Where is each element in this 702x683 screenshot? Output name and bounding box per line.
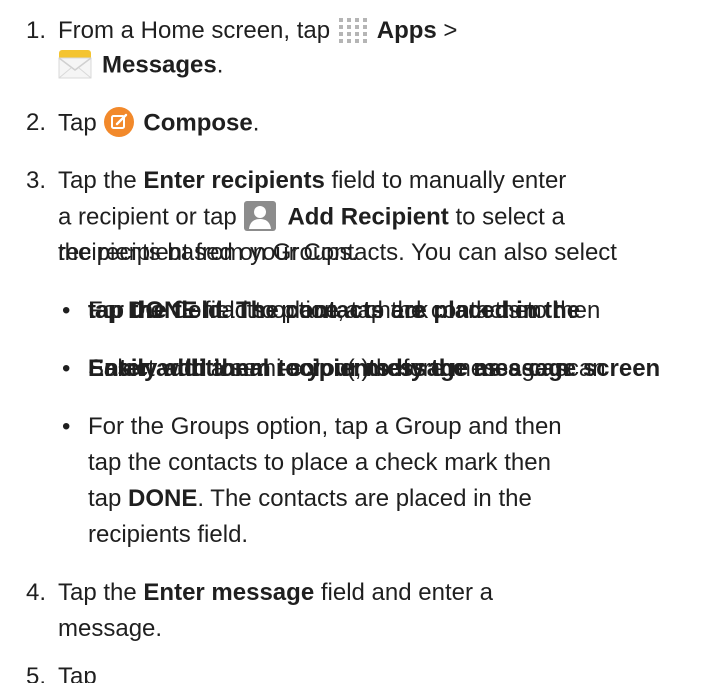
enter-recipients-label: Enter recipients [143,167,325,194]
contact-person-icon [243,200,277,232]
step-text-line: Tap the Enter message field and enter a [58,579,493,606]
step-number: 4. [26,579,47,606]
apps-label: Apps [376,17,437,44]
step-number: 1. [26,17,47,44]
add-recipient-label: Add Recipient [287,203,449,231]
messages-label: Messages [102,51,217,79]
bullet-point: • [62,297,71,324]
step-text-line: Tap [58,663,97,683]
overlapping-text: recipients based on Groups. [58,239,359,266]
compose-icon [103,106,135,138]
step-text-line: Tap the Enter recipients field to manual… [58,167,567,194]
overlapping-text: tap the field. The contacts are placed i… [88,297,581,324]
step-number: 5. [26,663,47,683]
bullet-text-line: tap the contacts to place a check mark t… [88,449,551,476]
done-label: DONE [128,485,198,512]
bullet-point: • [62,413,71,440]
step-text-line: message. [58,615,163,642]
overlapping-text: Easily add them to your message as a can [88,355,570,382]
step-number: 2. [26,109,47,136]
enter-message-label: Enter message [143,579,315,606]
bullet-text-line: tap DONE. The contacts are placed in the [88,485,532,512]
instructions-page: 1. From a Home screen, tap Apps > Messag… [0,0,702,683]
bullet-text-line: recipients field. [88,521,249,548]
step-text-line: Tap Compose. [58,106,259,140]
apps-grid-icon [337,16,371,44]
compose-label: Compose [143,109,253,137]
step-number: 3. [26,167,47,194]
messages-envelope-icon [58,48,92,80]
bullet-text-line: For the Groups option, tap a Group and t… [88,413,562,440]
bullet-point: • [62,355,71,382]
step-text-line: From a Home screen, tap Apps > [58,16,458,44]
